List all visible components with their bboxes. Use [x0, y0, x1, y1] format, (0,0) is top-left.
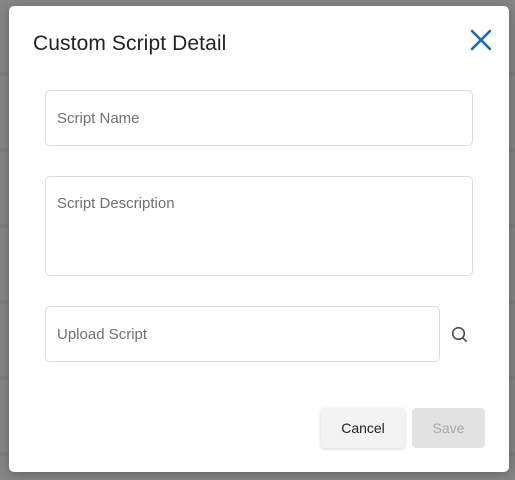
save-button[interactable]: Save [412, 408, 485, 448]
upload-script-input[interactable] [45, 306, 440, 362]
search-icon [451, 326, 468, 343]
cancel-button[interactable]: Cancel [321, 408, 405, 448]
close-icon [470, 29, 492, 51]
close-button[interactable] [465, 24, 497, 56]
dialog-title: Custom Script Detail [33, 32, 227, 55]
script-description-input[interactable] [45, 176, 473, 276]
browse-script-button[interactable] [450, 325, 470, 345]
script-name-input[interactable] [45, 90, 473, 146]
custom-script-dialog: Custom Script Detail Cancel Save [9, 6, 509, 472]
